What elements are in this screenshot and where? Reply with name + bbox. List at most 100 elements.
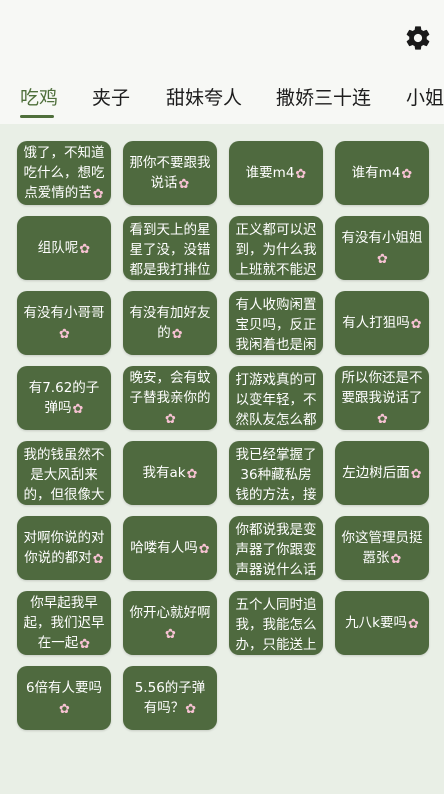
phrase-card[interactable]: 你这管理员挺嚣张✿	[335, 516, 429, 580]
phrase-card-content: 有没有小哥哥 ✿	[22, 303, 106, 343]
phrase-text: 谁有m4	[351, 165, 401, 181]
phrase-text: 那你不要跟我说话	[129, 155, 211, 191]
flower-icon: ✿	[79, 242, 91, 257]
phrase-text: 有没有加好友的	[129, 305, 211, 341]
flower-icon: ✿	[79, 637, 91, 652]
flower-icon: ✿	[178, 177, 190, 192]
phrase-card-content: 5.56的子弹有吗？✿	[128, 678, 212, 718]
tab-tianmei-kuaren[interactable]: 甜妹夸人	[166, 80, 242, 116]
flower-icon: ✿	[92, 187, 104, 202]
phrase-text: 晚安，会有蚊子替我亲你的	[129, 370, 211, 406]
flower-icon: ✿	[377, 252, 388, 267]
phrase-text: 看到天上的星星了没，没错都是我打排位	[129, 222, 211, 278]
flower-icon: ✿	[198, 542, 210, 557]
flower-icon: ✿	[185, 702, 197, 717]
phrase-card-content: 哈喽有人吗✿	[130, 538, 209, 558]
gear-icon[interactable]	[404, 24, 432, 52]
phrase-card-content: 九八k要吗✿	[345, 613, 419, 633]
phrase-card[interactable]: 看到天上的星星了没，没错都是我打排位	[123, 216, 217, 280]
phrase-card[interactable]: 晚安，会有蚊子替我亲你的 ✿	[123, 366, 217, 430]
phrase-card[interactable]: 谁要m4✿	[229, 141, 323, 205]
flower-icon: ✿	[72, 402, 84, 417]
flower-icon: ✿	[377, 412, 388, 427]
phrase-card[interactable]: 我的钱虽然不是大风刮来的，但很像大	[17, 441, 111, 505]
phrase-card-content: 谁有m4✿	[352, 163, 413, 183]
phrase-card[interactable]: 对啊你说的对你说的都对✿	[17, 516, 111, 580]
phrase-card-content: 你都说我是变声器了你跟变声器说什么话	[234, 520, 318, 580]
flower-icon: ✿	[59, 702, 70, 717]
phrase-card[interactable]: 有没有加好友的✿	[123, 291, 217, 355]
phrase-text: 所以你还是不要跟我说话了	[341, 370, 423, 406]
phrase-text: 左边树后面	[342, 465, 410, 481]
phrase-card-content: 晚安，会有蚊子替我亲你的 ✿	[128, 368, 212, 428]
tab-jiazi[interactable]: 夹子	[92, 80, 130, 116]
phrase-text: 你早起我早起，我们迟早在一起	[23, 595, 105, 651]
phrase-card[interactable]: 有7.62的子弹吗✿	[17, 366, 111, 430]
phrase-text: 谁要m4	[245, 165, 295, 181]
app-header: 吃鸡 夹子 甜妹夸人 撒娇三十连 小姐	[0, 0, 444, 124]
phrase-text: 有人收购闲置宝贝吗，反正我闲着也是闲	[235, 297, 317, 353]
phrase-text: 组队呢	[37, 240, 79, 256]
phrase-card[interactable]: 打游戏真的可以变年轻，不然队友怎么都	[229, 366, 323, 430]
phrase-card[interactable]: 饿了，不知道吃什么，想吃点爱情的苦✿	[17, 141, 111, 205]
flower-icon: ✿	[407, 617, 419, 632]
phrase-card-grid: 饿了，不知道吃什么，想吃点爱情的苦✿ 那你不要跟我说话✿ 谁要m4✿ 谁有m4✿ 组队呢…	[17, 141, 429, 730]
phrase-card[interactable]: 你开心就好啊 ✿	[123, 591, 217, 655]
phrase-card[interactable]: 有没有小哥哥 ✿	[17, 291, 111, 355]
phrase-card[interactable]: 我已经掌握了36种藏私房钱的方法，接下	[229, 441, 323, 505]
flower-icon: ✿	[165, 627, 176, 642]
phrase-text: 有没有小姐姐	[341, 230, 423, 246]
phrase-card-content: 饿了，不知道吃什么，想吃点爱情的苦✿	[22, 143, 106, 203]
phrase-card-content: 打游戏真的可以变年轻，不然队友怎么都	[234, 370, 318, 430]
flower-icon: ✿	[410, 467, 422, 482]
phrase-card[interactable]: 组队呢✿	[17, 216, 111, 280]
phrase-card[interactable]: 哈喽有人吗✿	[123, 516, 217, 580]
phrase-card-content: 有没有加好友的✿	[128, 303, 212, 343]
phrase-card[interactable]: 五个人同时追我，我能怎么办，只能送上	[229, 591, 323, 655]
phrase-text: 五个人同时追我，我能怎么办，只能送上	[235, 597, 317, 653]
phrase-card[interactable]: 那你不要跟我说话✿	[123, 141, 217, 205]
phrase-card[interactable]: 所以你还是不要跟我说话了 ✿	[335, 366, 429, 430]
phrase-text: 哈喽有人吗	[130, 540, 198, 556]
phrase-card-content: 有人收购闲置宝贝吗，反正我闲着也是闲	[234, 295, 318, 355]
phrase-card[interactable]: 你都说我是变声器了你跟变声器说什么话	[229, 516, 323, 580]
tab-sajiao-sanshilian[interactable]: 撒娇三十连	[276, 80, 371, 116]
phrase-card-content: 谁要m4✿	[246, 163, 307, 183]
phrase-card-content: 那你不要跟我说话✿	[128, 153, 212, 193]
phrase-text: 有人打狙吗	[342, 315, 410, 331]
phrase-card[interactable]: 6倍有人要吗 ✿	[17, 666, 111, 730]
flower-icon: ✿	[390, 552, 402, 567]
phrase-card-content: 所以你还是不要跟我说话了 ✿	[340, 368, 424, 428]
phrase-card[interactable]: 我有ak✿	[123, 441, 217, 505]
phrase-card-content: 组队呢✿	[38, 238, 90, 258]
phrase-text: 有没有小哥哥	[23, 305, 105, 321]
phrase-card[interactable]: 左边树后面✿	[335, 441, 429, 505]
flower-icon: ✿	[171, 327, 183, 342]
phrase-card[interactable]: 九八k要吗✿	[335, 591, 429, 655]
phrase-card[interactable]: 有人收购闲置宝贝吗，反正我闲着也是闲	[229, 291, 323, 355]
phrase-card-content: 左边树后面✿	[342, 463, 421, 483]
phrase-text: 有7.62的子弹吗	[28, 380, 100, 416]
phrase-card-content: 有人打狙吗✿	[342, 313, 421, 333]
flower-icon: ✿	[186, 467, 198, 482]
phrase-card-content: 你开心就好啊 ✿	[128, 603, 212, 643]
phrase-card[interactable]: 有没有小姐姐 ✿	[335, 216, 429, 280]
active-tab-indicator	[20, 115, 54, 118]
flower-icon: ✿	[92, 552, 104, 567]
phrase-card[interactable]: 5.56的子弹有吗？✿	[123, 666, 217, 730]
tab-xiaojie[interactable]: 小姐	[406, 80, 444, 116]
phrase-card-content: 有没有小姐姐 ✿	[340, 228, 424, 268]
phrase-card-content: 6倍有人要吗 ✿	[22, 678, 106, 718]
phrase-text: 你都说我是变声器了你跟变声器说什么话	[235, 522, 317, 578]
flower-icon: ✿	[165, 412, 176, 427]
flower-icon: ✿	[295, 167, 307, 182]
phrase-text: 我有ak	[142, 465, 186, 481]
phrase-card-content: 对啊你说的对你说的都对✿	[22, 528, 106, 568]
phrase-card[interactable]: 你早起我早起，我们迟早在一起✿	[17, 591, 111, 655]
phrase-card[interactable]: 正义都可以迟到，为什么我上班就不能迟	[229, 216, 323, 280]
phrase-text: 你开心就好啊	[129, 605, 211, 621]
phrase-card[interactable]: 谁有m4✿	[335, 141, 429, 205]
tab-chiji[interactable]: 吃鸡	[20, 80, 58, 116]
phrase-card-content: 五个人同时追我，我能怎么办，只能送上	[234, 595, 318, 655]
phrase-card[interactable]: 有人打狙吗✿	[335, 291, 429, 355]
